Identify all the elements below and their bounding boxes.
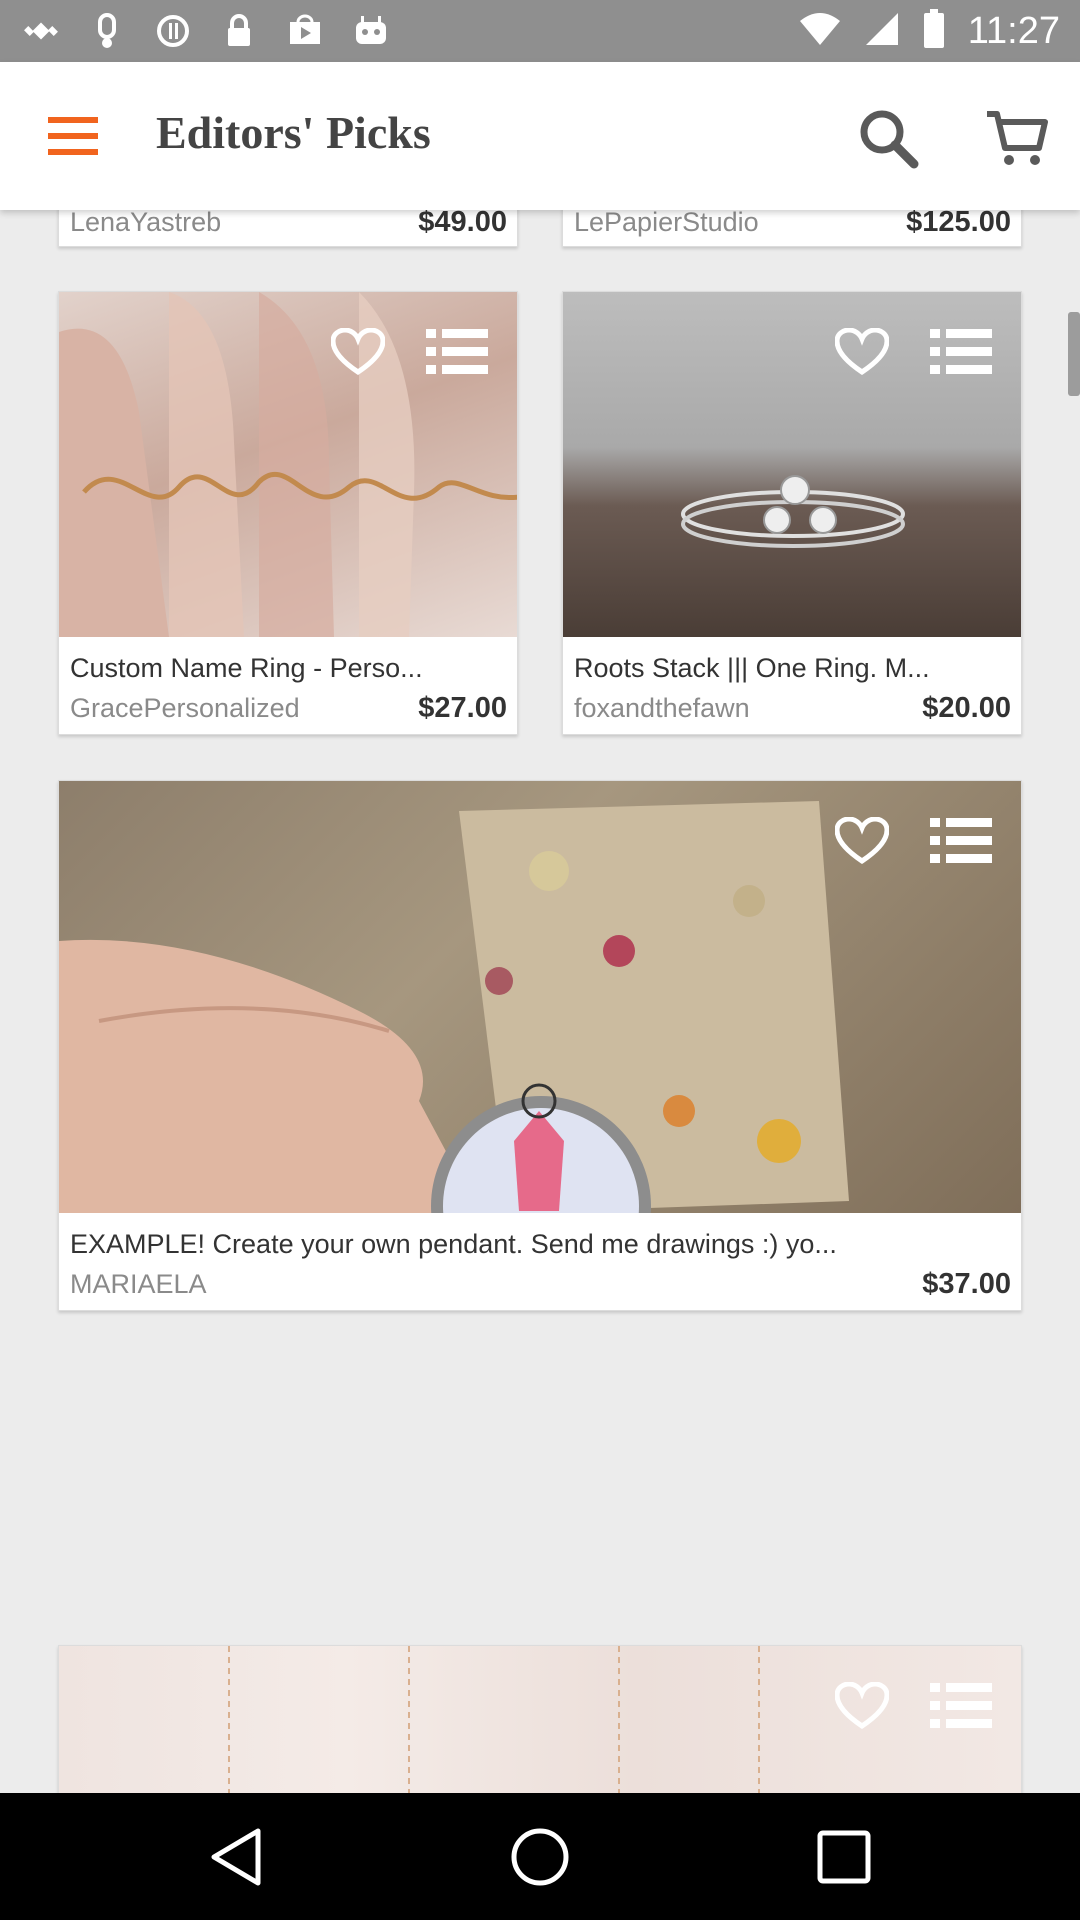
favorite-heart-icon[interactable] [831,1678,893,1734]
shop-name: GracePersonalized [70,693,300,723]
favorite-heart-icon[interactable] [831,813,893,869]
listing-card[interactable]: EXAMPLE! Create your own pendant. Send m… [58,780,1022,1311]
signal-icon [864,11,900,52]
list-menu-icon[interactable] [426,324,488,380]
fake-gps-icon [22,12,60,50]
listing-card[interactable] [58,1645,1022,1793]
app-bar: Editors' Picks [0,62,1080,210]
list-menu-icon[interactable] [930,813,992,869]
listing-card[interactable]: Roots Stack ||| One Ring. M... foxandthe… [562,291,1022,735]
search-icon[interactable] [852,102,924,174]
hamburger-menu-icon[interactable] [40,108,106,164]
status-icons [22,10,390,52]
listing-card[interactable]: LePapierStudio $125.00 [562,210,1022,247]
shop-name: foxandthefawn [574,693,750,723]
favorite-heart-icon[interactable] [831,324,893,380]
status-right: 11:27 [798,8,1060,54]
listing-title: Custom Name Ring - Perso... [70,653,423,683]
lock-icon [220,12,258,50]
play-store-icon [286,12,324,50]
shop-name: LenaYastreb [70,210,222,237]
system-nav-bar [0,1793,1080,1920]
price: $20.00 [922,692,1011,724]
shop-name: MARIAELA [70,1269,207,1299]
listing-title: Roots Stack ||| One Ring. M... [574,653,930,683]
status-time: 11:27 [967,9,1060,52]
listing-grid: LenaYastreb $49.00 LePapierStudio $125.0… [0,210,1080,1793]
status-bar: 11:27 [0,0,1080,62]
notification-icon [88,12,126,50]
price: $49.00 [418,210,507,238]
favorite-heart-icon[interactable] [327,324,389,380]
list-menu-icon[interactable] [930,324,992,380]
cart-icon[interactable] [978,102,1056,174]
wifi-icon [798,11,842,52]
android-icon [352,12,390,50]
battery-icon [922,8,946,54]
listing-title: EXAMPLE! Create your own pendant. Send m… [70,1229,837,1259]
scrollbar-thumb[interactable] [1068,312,1080,396]
home-circle-icon[interactable] [492,1815,588,1899]
price: $37.00 [922,1268,1011,1300]
price: $27.00 [418,692,507,724]
listing-card[interactable]: LenaYastreb $49.00 [58,210,518,247]
list-menu-icon[interactable] [930,1678,992,1734]
listing-card[interactable]: Custom Name Ring - Perso... GracePersona… [58,291,518,735]
price: $125.00 [906,210,1011,238]
recents-square-icon[interactable] [796,1815,892,1899]
shop-name: LePapierStudio [574,210,759,237]
back-triangle-icon[interactable] [188,1815,284,1899]
page-title: Editors' Picks [156,107,431,158]
info-icon [154,12,192,50]
